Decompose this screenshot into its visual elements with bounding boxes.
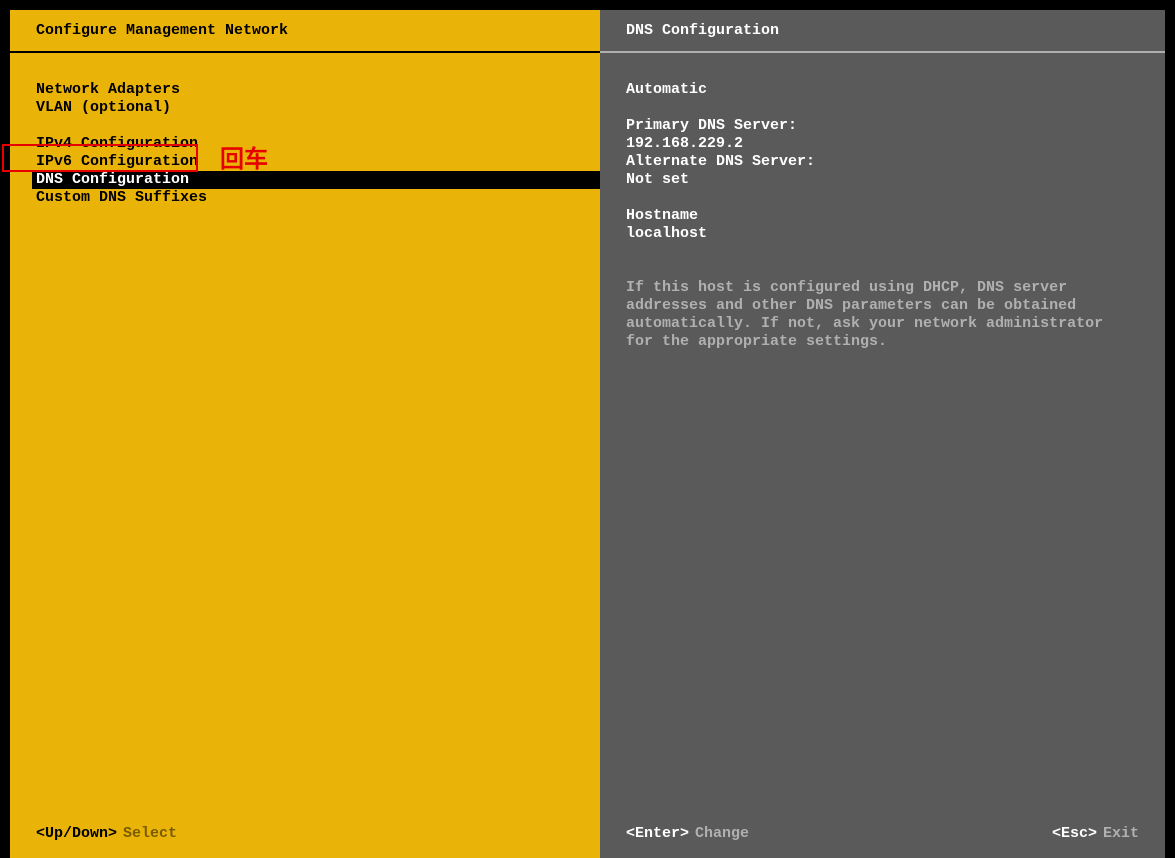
footer-enter-action: Change	[695, 825, 749, 842]
footer-updown-key: <Up/Down>	[36, 825, 117, 842]
right-panel-footer: <Enter> Change <Esc> Exit	[600, 815, 1165, 858]
menu-ipv6[interactable]: IPv6 Configuration	[36, 153, 574, 171]
menu-network-adapters[interactable]: Network Adapters	[36, 81, 574, 99]
right-panel: DNS Configuration Automatic Primary DNS …	[600, 10, 1165, 858]
footer-esc-key: <Esc>	[1052, 825, 1097, 842]
right-panel-title: DNS Configuration	[600, 10, 1165, 53]
menu-custom-dns-suffixes[interactable]: Custom DNS Suffixes	[36, 189, 574, 207]
alternate-dns-value: Not set	[626, 171, 1139, 189]
left-panel-title: Configure Management Network	[10, 10, 600, 53]
hostname-value: localhost	[626, 225, 1139, 243]
menu-spacer	[36, 117, 574, 135]
hostname-label: Hostname	[626, 207, 1139, 225]
footer-enter-key: <Enter>	[626, 825, 689, 842]
menu-ipv4[interactable]: IPv4 Configuration	[36, 135, 574, 153]
left-panel: Configure Management Network Network Ada…	[10, 10, 600, 858]
primary-dns-value: 192.168.229.2	[626, 135, 1139, 153]
alternate-dns-label: Alternate DNS Server:	[626, 153, 1139, 171]
menu-vlan[interactable]: VLAN (optional)	[36, 99, 574, 117]
dns-help-text: If this host is configured using DHCP, D…	[626, 279, 1139, 351]
dcui-screen: Configure Management Network Network Ada…	[0, 0, 1175, 858]
left-panel-footer: <Up/Down> Select	[10, 815, 600, 858]
dns-mode: Automatic	[626, 81, 1139, 99]
footer-enter: <Enter> Change	[626, 825, 749, 842]
menu-dns-configuration[interactable]: DNS Configuration	[32, 171, 604, 189]
right-panel-body: Automatic Primary DNS Server: 192.168.22…	[600, 53, 1165, 815]
left-panel-body: Network Adapters VLAN (optional) IPv4 Co…	[10, 53, 600, 815]
footer-esc: <Esc> Exit	[1052, 825, 1139, 842]
footer-updown-action: Select	[123, 825, 177, 842]
footer-esc-action: Exit	[1103, 825, 1139, 842]
primary-dns-label: Primary DNS Server:	[626, 117, 1139, 135]
